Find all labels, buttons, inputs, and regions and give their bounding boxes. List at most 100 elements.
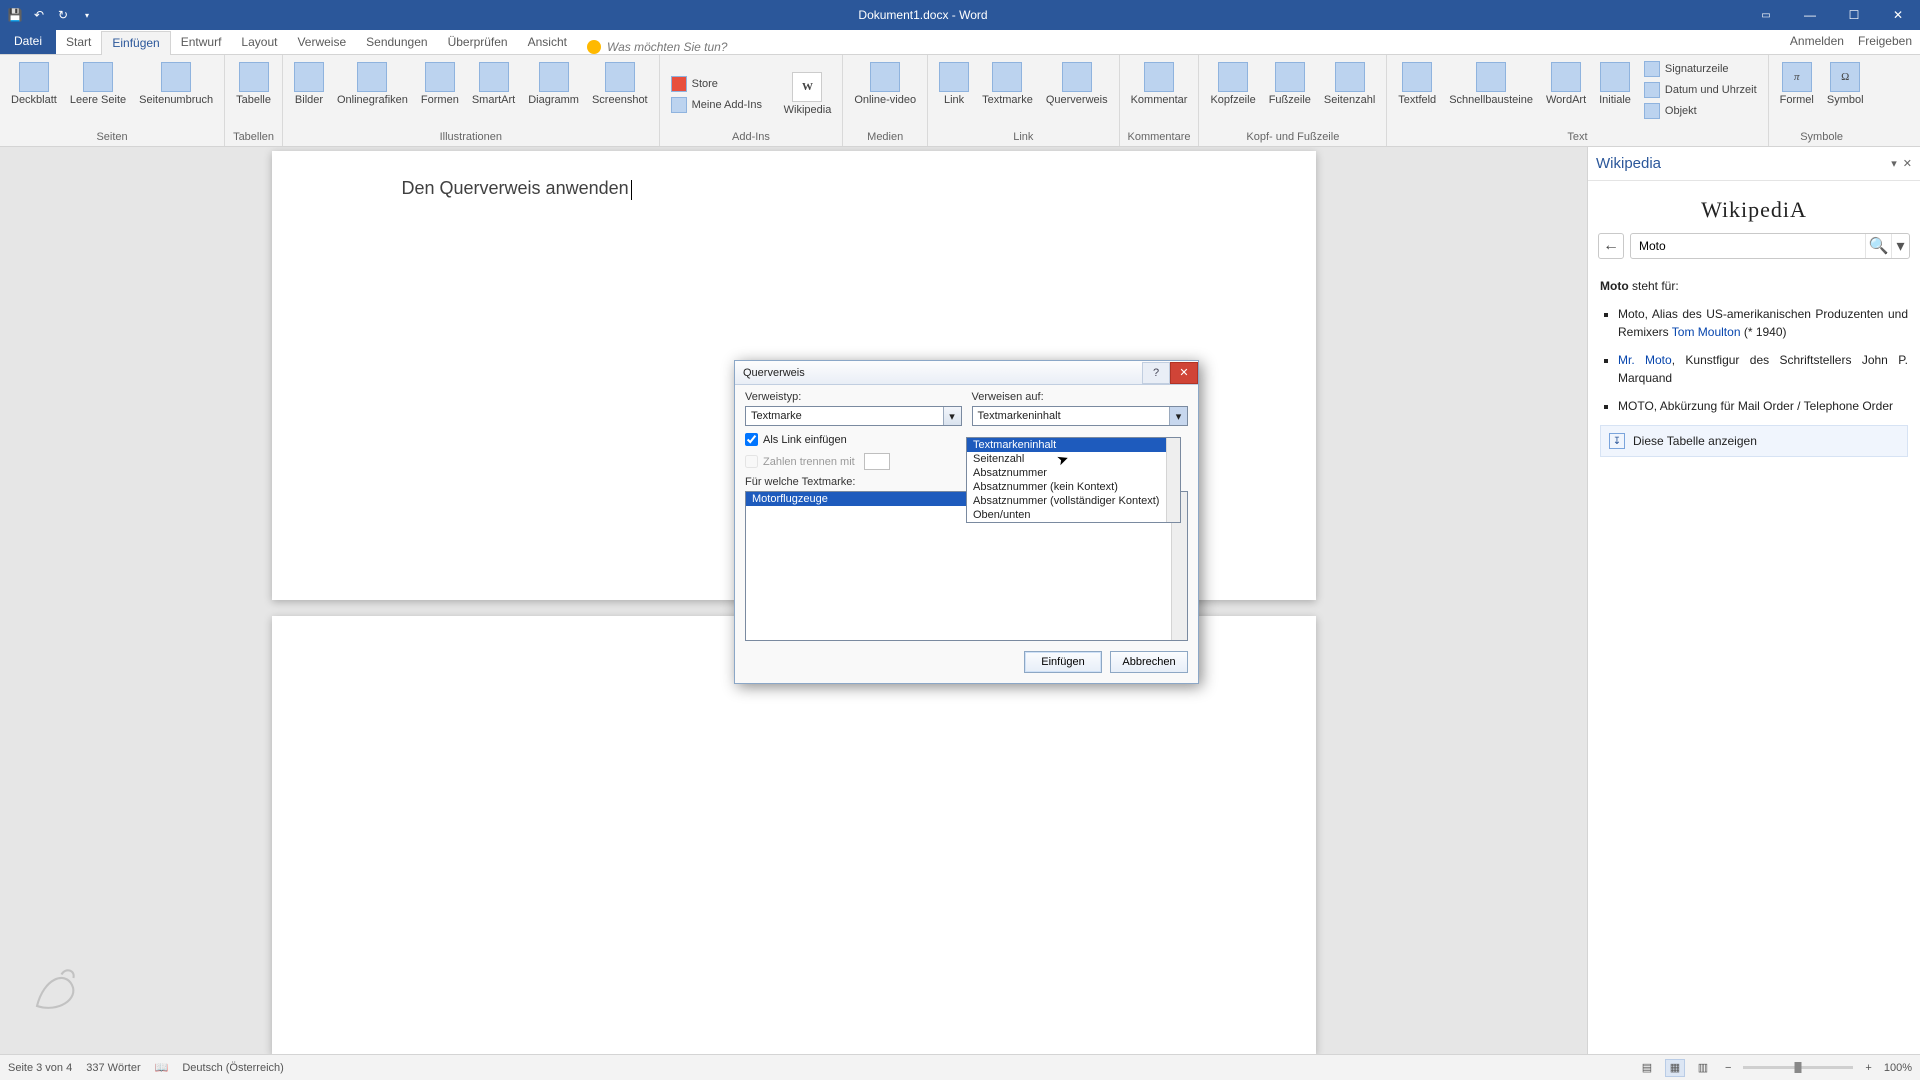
print-layout-view-icon[interactable]: ▦: [1665, 1059, 1685, 1077]
tab-ansicht[interactable]: Ansicht: [518, 31, 577, 54]
tab-einfuegen[interactable]: Einfügen: [101, 31, 170, 55]
ribbon-group-comments: Kommentar Kommentare: [1120, 55, 1200, 146]
separator-input: [864, 453, 890, 470]
dialog-title: Querverweis: [743, 367, 805, 379]
dropdown-option[interactable]: Seitenzahl: [967, 452, 1180, 466]
tab-ueberpruefen[interactable]: Überprüfen: [438, 31, 518, 54]
dropdown-option[interactable]: Absatznummer: [967, 466, 1180, 480]
maximize-icon[interactable]: ☐: [1832, 0, 1876, 30]
minimize-icon[interactable]: —: [1788, 0, 1832, 30]
tab-start[interactable]: Start: [56, 31, 101, 54]
textbox-button[interactable]: Textfeld: [1393, 59, 1441, 130]
undo-icon[interactable]: ↶: [30, 6, 48, 24]
status-words[interactable]: 337 Wörter: [86, 1062, 140, 1074]
tab-sendungen[interactable]: Sendungen: [356, 31, 437, 54]
bookmark-button[interactable]: Textmarke: [977, 59, 1038, 130]
cover-page-button[interactable]: Deckblatt: [6, 59, 62, 130]
store-button[interactable]: Store: [666, 74, 776, 94]
online-video-button[interactable]: Online-video: [849, 59, 921, 130]
close-icon[interactable]: ✕: [1876, 0, 1920, 30]
blank-page-button[interactable]: Leere Seite: [65, 59, 131, 130]
table-button[interactable]: Tabelle: [231, 59, 276, 130]
sign-in-link[interactable]: Anmelden: [1790, 34, 1844, 48]
tab-layout[interactable]: Layout: [231, 31, 287, 54]
scrollbar[interactable]: [1166, 438, 1180, 522]
dropdown-option[interactable]: Textmarkeninhalt: [967, 438, 1180, 452]
zoom-slider[interactable]: [1743, 1066, 1853, 1069]
comment-button[interactable]: Kommentar: [1126, 59, 1193, 130]
dialog-close-icon[interactable]: ✕: [1170, 362, 1198, 384]
dialog-help-icon[interactable]: ?: [1142, 362, 1170, 384]
tab-file[interactable]: Datei: [0, 30, 56, 54]
insert-as-link-input[interactable]: [745, 433, 758, 446]
wiki-link[interactable]: Tom Moulton: [1672, 325, 1741, 339]
wikipedia-button[interactable]: WWikipedia: [779, 69, 837, 120]
zoom-out-icon[interactable]: −: [1721, 1062, 1735, 1074]
tab-entwurf[interactable]: Entwurf: [171, 31, 232, 54]
back-button[interactable]: ←: [1598, 233, 1624, 259]
symbol-button[interactable]: ΩSymbol: [1822, 59, 1869, 130]
wiki-link[interactable]: Mr. Moto: [1618, 353, 1672, 367]
wiki-search-input[interactable]: [1631, 239, 1865, 253]
reference-to-dropdown[interactable]: Textmarkeninhalt Seitenzahl Absatznummer…: [966, 437, 1181, 523]
insert-reference-to-combo[interactable]: Textmarkeninhalt ▾: [972, 406, 1189, 426]
web-layout-view-icon[interactable]: ▥: [1693, 1059, 1713, 1077]
insert-as-link-checkbox[interactable]: Als Link einfügen: [745, 433, 962, 446]
zoom-in-icon[interactable]: +: [1861, 1062, 1875, 1074]
dropdown-option[interactable]: Absatznummer (vollständiger Kontext): [967, 494, 1180, 508]
footer-button[interactable]: Fußzeile: [1264, 59, 1316, 130]
tab-verweise[interactable]: Verweise: [287, 31, 356, 54]
qa-customize-icon[interactable]: ▾: [78, 6, 96, 24]
redo-icon[interactable]: ↻: [54, 6, 72, 24]
page-break-button[interactable]: Seitenumbruch: [134, 59, 218, 130]
search-dropdown-icon[interactable]: ▾: [1891, 234, 1909, 258]
status-language[interactable]: Deutsch (Österreich): [182, 1062, 283, 1074]
taskpane-close-icon[interactable]: ✕: [1903, 157, 1912, 170]
online-pictures-button[interactable]: Onlinegrafiken: [332, 59, 413, 130]
taskpane-menu-icon[interactable]: ▾: [1891, 157, 1897, 170]
equation-button[interactable]: πFormel: [1775, 59, 1819, 130]
page-number-button[interactable]: Seitenzahl: [1319, 59, 1380, 130]
signature-line-button[interactable]: Signaturzeile: [1639, 59, 1762, 79]
dropdown-option[interactable]: Oben/unten: [967, 508, 1180, 522]
quick-parts-button[interactable]: Schnellbausteine: [1444, 59, 1538, 130]
search-icon[interactable]: 🔍: [1865, 234, 1891, 258]
zoom-level[interactable]: 100%: [1884, 1062, 1912, 1074]
pictures-button[interactable]: Bilder: [289, 59, 329, 130]
reference-type-combo[interactable]: Textmarke ▾: [745, 406, 962, 426]
my-addins-button[interactable]: Meine Add-Ins: [666, 95, 776, 115]
dropdown-option[interactable]: Absatznummer (kein Kontext): [967, 480, 1180, 494]
header-button[interactable]: Kopfzeile: [1205, 59, 1260, 130]
cancel-button[interactable]: Abbrechen: [1110, 651, 1188, 673]
insert-button[interactable]: Einfügen: [1024, 651, 1102, 673]
chevron-down-icon[interactable]: ▾: [943, 407, 961, 425]
ribbon-group-addins: Store Meine Add-Ins WWikipedia Add-Ins: [660, 55, 844, 146]
object-button[interactable]: Objekt: [1639, 101, 1762, 121]
smartart-button[interactable]: SmartArt: [467, 59, 520, 130]
date-time-button[interactable]: Datum und Uhrzeit: [1639, 80, 1762, 100]
chart-button[interactable]: Diagramm: [523, 59, 584, 130]
ribbon-group-headerfooter: Kopfzeile Fußzeile Seitenzahl Kopf- und …: [1199, 55, 1387, 146]
shapes-button[interactable]: Formen: [416, 59, 464, 130]
cross-reference-button[interactable]: Querverweis: [1041, 59, 1113, 130]
document-text: Den Querverweis anwenden: [402, 177, 632, 200]
chevron-down-icon[interactable]: ▾: [1169, 407, 1187, 425]
read-mode-view-icon[interactable]: ▤: [1637, 1059, 1657, 1077]
link-button[interactable]: Link: [934, 59, 974, 130]
watermark-icon: [18, 950, 98, 1020]
tell-me-search[interactable]: Was möchten Sie tun?: [587, 40, 728, 54]
screenshot-button[interactable]: Screenshot: [587, 59, 653, 130]
status-page[interactable]: Seite 3 von 4: [8, 1062, 72, 1074]
show-table-button[interactable]: ↧ Diese Tabelle anzeigen: [1600, 425, 1908, 457]
wordart-button[interactable]: WordArt: [1541, 59, 1591, 130]
share-button[interactable]: Freigeben: [1858, 34, 1912, 48]
ribbon-group-illustrations: Bilder Onlinegrafiken Formen SmartArt Di…: [283, 55, 660, 146]
expand-icon: ↧: [1609, 433, 1625, 449]
save-icon[interactable]: 💾: [6, 6, 24, 24]
status-proofing-icon[interactable]: 📖: [155, 1061, 169, 1074]
ribbon-group-tables: Tabelle Tabellen: [225, 55, 283, 146]
wiki-search-field[interactable]: 🔍 ▾: [1630, 233, 1910, 259]
dropcap-button[interactable]: Initiale: [1594, 59, 1636, 130]
wiki-list-item: Mr. Moto, Kunstfigur des Schriftstellers…: [1618, 351, 1908, 387]
ribbon-options-icon[interactable]: ▭: [1744, 0, 1788, 30]
